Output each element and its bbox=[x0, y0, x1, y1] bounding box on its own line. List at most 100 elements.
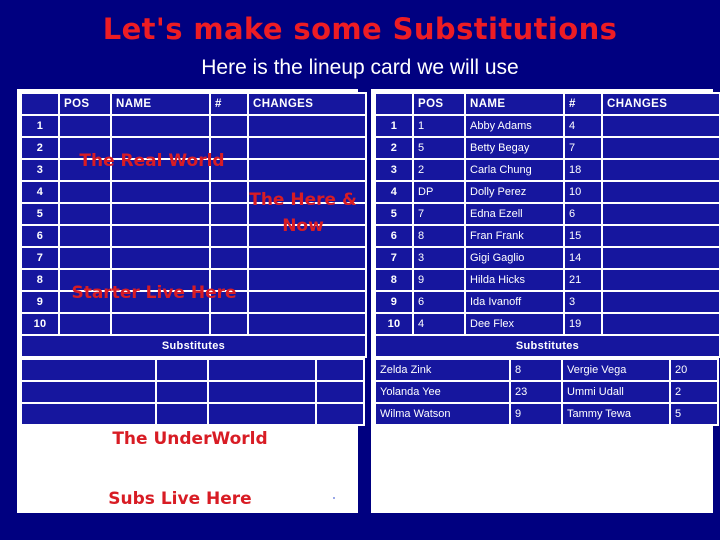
cell-number[interactable]: 14 bbox=[565, 248, 601, 268]
cell-changes[interactable] bbox=[603, 270, 719, 290]
table-row[interactable]: 1 bbox=[22, 116, 365, 136]
table-row[interactable]: 9 bbox=[22, 292, 365, 312]
sub-name-1[interactable] bbox=[22, 404, 155, 424]
table-row[interactable]: 1 1 Abby Adams 4 bbox=[376, 116, 719, 136]
cell-number[interactable] bbox=[211, 182, 247, 202]
cell-pos[interactable]: 8 bbox=[414, 226, 464, 246]
sub-number-2[interactable]: 20 bbox=[671, 360, 717, 380]
sub-name-1[interactable]: Yolanda Yee bbox=[376, 382, 509, 402]
substitute-row[interactable] bbox=[22, 360, 363, 380]
substitute-row[interactable]: Wilma Watson 9 Tammy Tewa 5 bbox=[376, 404, 717, 424]
sub-number-1[interactable] bbox=[157, 360, 207, 380]
cell-name[interactable]: Carla Chung bbox=[466, 160, 563, 180]
cell-changes[interactable] bbox=[603, 182, 719, 202]
cell-changes[interactable] bbox=[249, 248, 365, 268]
sub-name-2[interactable] bbox=[209, 360, 315, 380]
cell-pos[interactable]: 4 bbox=[414, 314, 464, 334]
cell-name[interactable] bbox=[112, 248, 209, 268]
cell-pos[interactable] bbox=[60, 314, 110, 334]
table-row[interactable]: 10 4 Dee Flex 19 bbox=[376, 314, 719, 334]
cell-name[interactable] bbox=[112, 116, 209, 136]
sub-name-1[interactable] bbox=[22, 360, 155, 380]
substitute-row[interactable] bbox=[22, 404, 363, 424]
cell-number[interactable] bbox=[211, 270, 247, 290]
table-row[interactable]: 5 bbox=[22, 204, 365, 224]
substitute-row[interactable]: Yolanda Yee 23 Ummi Udall 2 bbox=[376, 382, 717, 402]
cell-pos[interactable] bbox=[60, 116, 110, 136]
sub-name-1[interactable]: Wilma Watson bbox=[376, 404, 509, 424]
cell-name[interactable]: Gigi Gaglio bbox=[466, 248, 563, 268]
cell-name[interactable] bbox=[112, 160, 209, 180]
cell-changes[interactable] bbox=[249, 182, 365, 202]
cell-changes[interactable] bbox=[603, 248, 719, 268]
cell-pos[interactable]: 2 bbox=[414, 160, 464, 180]
sub-name-1[interactable]: Zelda Zink bbox=[376, 360, 509, 380]
cell-pos[interactable] bbox=[60, 204, 110, 224]
cell-pos[interactable] bbox=[60, 226, 110, 246]
table-row[interactable]: 3 2 Carla Chung 18 bbox=[376, 160, 719, 180]
table-row[interactable]: 8 bbox=[22, 270, 365, 290]
cell-number[interactable] bbox=[211, 248, 247, 268]
cell-name[interactable] bbox=[112, 204, 209, 224]
cell-changes[interactable] bbox=[249, 116, 365, 136]
cell-name[interactable]: Abby Adams bbox=[466, 116, 563, 136]
cell-pos[interactable] bbox=[60, 292, 110, 312]
cell-name[interactable] bbox=[112, 314, 209, 334]
cell-name[interactable]: Dee Flex bbox=[466, 314, 563, 334]
cell-number[interactable] bbox=[211, 138, 247, 158]
table-row[interactable]: 2 bbox=[22, 138, 365, 158]
sub-number-2[interactable] bbox=[317, 404, 363, 424]
sub-number-2[interactable]: 5 bbox=[671, 404, 717, 424]
cell-changes[interactable] bbox=[249, 226, 365, 246]
cell-number[interactable] bbox=[211, 116, 247, 136]
sub-number-1[interactable] bbox=[157, 382, 207, 402]
cell-changes[interactable] bbox=[603, 160, 719, 180]
table-row[interactable]: 7 3 Gigi Gaglio 14 bbox=[376, 248, 719, 268]
cell-changes[interactable] bbox=[249, 204, 365, 224]
table-row[interactable]: 4 bbox=[22, 182, 365, 202]
cell-pos[interactable] bbox=[60, 270, 110, 290]
cell-number[interactable] bbox=[211, 314, 247, 334]
cell-pos[interactable] bbox=[60, 182, 110, 202]
cell-number[interactable]: 6 bbox=[565, 204, 601, 224]
cell-number[interactable] bbox=[211, 226, 247, 246]
cell-changes[interactable] bbox=[603, 314, 719, 334]
cell-pos[interactable]: 6 bbox=[414, 292, 464, 312]
substitute-row[interactable] bbox=[22, 382, 363, 402]
cell-changes[interactable] bbox=[603, 116, 719, 136]
cell-pos[interactable]: 5 bbox=[414, 138, 464, 158]
cell-pos[interactable] bbox=[60, 160, 110, 180]
sub-number-1[interactable]: 23 bbox=[511, 382, 561, 402]
cell-number[interactable]: 4 bbox=[565, 116, 601, 136]
cell-number[interactable] bbox=[211, 292, 247, 312]
cell-pos[interactable]: 1 bbox=[414, 116, 464, 136]
sub-name-1[interactable] bbox=[22, 382, 155, 402]
cell-pos[interactable]: 7 bbox=[414, 204, 464, 224]
cell-name[interactable] bbox=[112, 182, 209, 202]
cell-name[interactable] bbox=[112, 292, 209, 312]
cell-changes[interactable] bbox=[249, 138, 365, 158]
sub-name-2[interactable]: Tammy Tewa bbox=[563, 404, 669, 424]
cell-name[interactable]: Betty Begay bbox=[466, 138, 563, 158]
table-row[interactable]: 4 DP Dolly Perez 10 bbox=[376, 182, 719, 202]
cell-number[interactable]: 3 bbox=[565, 292, 601, 312]
cell-pos[interactable] bbox=[60, 138, 110, 158]
sub-number-1[interactable] bbox=[157, 404, 207, 424]
cell-changes[interactable] bbox=[603, 204, 719, 224]
cell-number[interactable] bbox=[211, 204, 247, 224]
sub-name-2[interactable] bbox=[209, 382, 315, 402]
table-row[interactable]: 6 bbox=[22, 226, 365, 246]
sub-number-2[interactable] bbox=[317, 360, 363, 380]
substitute-row[interactable]: Zelda Zink 8 Vergie Vega 20 bbox=[376, 360, 717, 380]
sub-name-2[interactable]: Vergie Vega bbox=[563, 360, 669, 380]
sub-number-2[interactable]: 2 bbox=[671, 382, 717, 402]
table-row[interactable]: 10 bbox=[22, 314, 365, 334]
cell-changes[interactable] bbox=[603, 292, 719, 312]
cell-changes[interactable] bbox=[249, 160, 365, 180]
sub-name-2[interactable]: Ummi Udall bbox=[563, 382, 669, 402]
sub-number-1[interactable]: 8 bbox=[511, 360, 561, 380]
cell-changes[interactable] bbox=[249, 292, 365, 312]
table-row[interactable]: 8 9 Hilda Hicks 21 bbox=[376, 270, 719, 290]
cell-number[interactable]: 7 bbox=[565, 138, 601, 158]
cell-pos[interactable]: DP bbox=[414, 182, 464, 202]
